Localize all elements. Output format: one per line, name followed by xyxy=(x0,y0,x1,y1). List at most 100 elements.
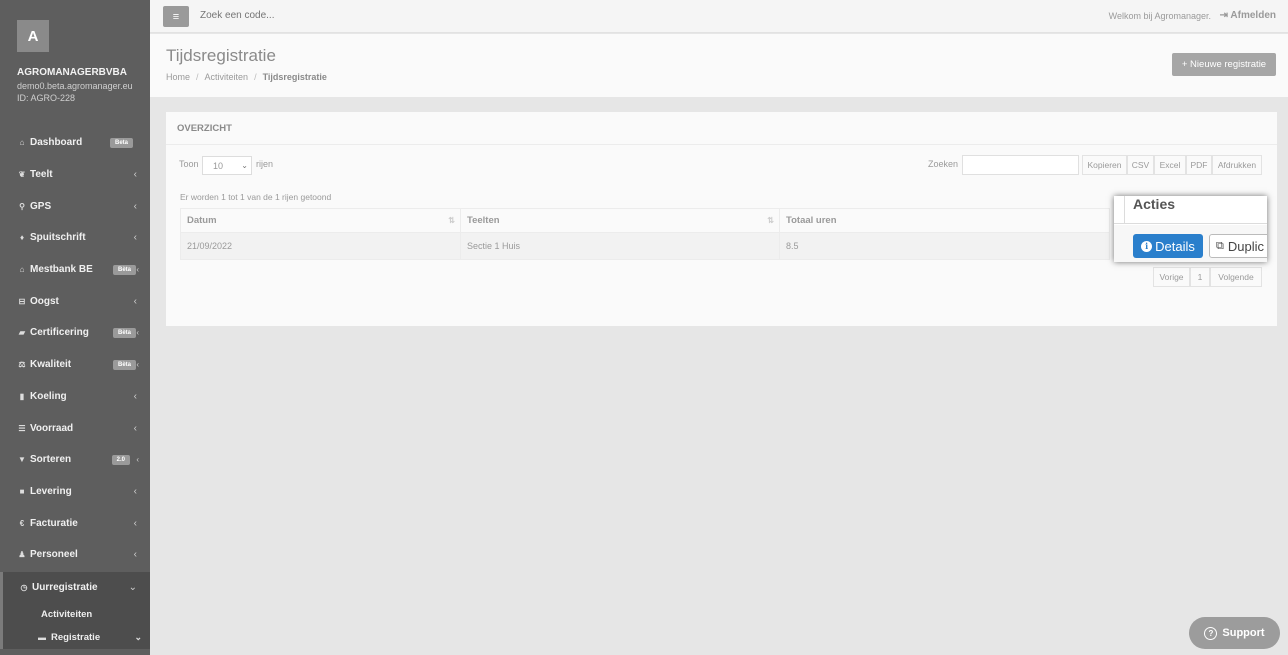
chevron-left-icon: ‹ xyxy=(133,485,137,497)
pagination-next-button[interactable]: Volgende xyxy=(1210,267,1262,287)
sidebar-item-label: Spuitschrift xyxy=(30,232,86,244)
sidebar-item-label: Kwaliteit xyxy=(30,359,72,371)
page-header: Tijdsregistratie Home / Activiteiten / Tijds… xyxy=(150,34,1288,97)
chevron-left-icon: ‹ xyxy=(133,295,137,307)
map-marker-icon: ⚲ xyxy=(19,201,25,211)
user-icon: ♟ xyxy=(18,550,26,560)
sidebar-item-personeel[interactable]: ♟ Personeel ‹ xyxy=(0,539,150,571)
leaf-icon: ❦ xyxy=(18,170,26,180)
sidebar-item-levering[interactable]: ■ Levering ‹ xyxy=(0,476,150,508)
sort-icon: ⇅ xyxy=(448,216,455,225)
actions-zoom-callout: Acties i Details ⧉ Duplic xyxy=(1114,196,1267,262)
sidebar-subitem-label: Activiteiten xyxy=(41,609,93,621)
export-print-button[interactable]: Afdrukken xyxy=(1212,155,1262,175)
column-header-datum[interactable]: Datum ⇅ xyxy=(180,208,461,233)
euro-icon: € xyxy=(19,518,25,528)
chevron-left-icon: ‹ xyxy=(136,265,139,275)
export-excel-button[interactable]: Excel xyxy=(1154,155,1186,175)
sidebar-item-label: Teelt xyxy=(30,169,53,181)
details-button[interactable]: i Details xyxy=(1133,234,1203,258)
chevron-left-icon: ‹ xyxy=(133,200,137,212)
export-copy-button[interactable]: Kopieren xyxy=(1082,155,1127,175)
certificate-icon: ▰ xyxy=(18,328,26,338)
table-row: 21/09/2022 Sectie 1 Huis 8.5 xyxy=(180,232,1110,260)
sidebar-subitem-activiteiten[interactable]: Activiteiten xyxy=(0,603,150,627)
sidebar-item-teelt[interactable]: ❦ Teelt ‹ xyxy=(0,159,150,191)
menu-toggle-button[interactable]: ≡ xyxy=(163,6,189,27)
column-header-totaal-uren[interactable]: Totaal uren xyxy=(779,208,1110,233)
beta-badge: Bèta xyxy=(112,264,136,275)
table-search-input[interactable] xyxy=(962,155,1079,175)
logout-link[interactable]: ⇥ Afmelden xyxy=(1220,10,1276,21)
info-icon: i xyxy=(1141,240,1153,252)
rows-label: rijen xyxy=(256,159,274,169)
chevron-left-icon: ‹ xyxy=(133,390,137,402)
page-length-select[interactable]: 10 ⌄ xyxy=(202,156,252,175)
sidebar-item-kwaliteit[interactable]: ⚖ Kwaliteit Bèta ‹ xyxy=(0,349,150,381)
sidebar-item-certificering[interactable]: ▰ Certificering Bèta ‹ xyxy=(0,317,150,349)
support-label: Support xyxy=(1222,627,1265,639)
sidebar-item-spuitschrift[interactable]: ♦ Spuitschrift ‹ xyxy=(0,222,150,254)
show-label: Toon xyxy=(179,159,199,169)
sidebar-item-voorraad[interactable]: ☰ Voorraad ‹ xyxy=(0,412,150,444)
company-id: ID: AGRO-228 xyxy=(17,93,76,103)
question-icon: ? xyxy=(1204,626,1218,640)
breadcrumb-activiteiten[interactable]: Activiteiten xyxy=(205,72,249,82)
sidebar-subitem-registratie[interactable]: ▬ Registratie ⌄ xyxy=(0,626,150,650)
sidebar-item-koeling[interactable]: ▮ Koeling ‹ xyxy=(0,381,150,413)
breadcrumb: Home / Activiteiten / Tijdsregistratie xyxy=(166,72,327,82)
sidebar-item-facturatie[interactable]: € Facturatie ‹ xyxy=(0,507,150,539)
table-header-row: Datum ⇅ Teelten ⇅ Totaal uren xyxy=(180,208,1110,233)
actions-header-label: Acties xyxy=(1133,196,1176,212)
sidebar-item-gps[interactable]: ⚲ GPS ‹ xyxy=(0,190,150,222)
sidebar-item-label: GPS xyxy=(30,200,52,212)
beta-badge: Bèta xyxy=(112,359,136,370)
export-csv-button[interactable]: CSV xyxy=(1127,155,1154,175)
version-badge: 2.0 xyxy=(111,454,130,465)
search-label: Zoeken xyxy=(928,159,959,169)
column-divider xyxy=(1124,196,1125,224)
sidebar-item-label: Voorraad xyxy=(30,422,74,434)
sidebar-subitem-label: Registratie xyxy=(51,632,101,644)
time-registration-table: Datum ⇅ Teelten ⇅ Totaal uren 21/09/2022 S… xyxy=(180,208,1110,260)
sidebar-item-label: Dashboard xyxy=(30,137,83,149)
sidebar-item-uurregistratie[interactable]: ◷ Uurregistratie ⌄ xyxy=(0,571,150,604)
thermometer-icon: ▮ xyxy=(19,391,25,401)
chevron-left-icon: ‹ xyxy=(136,360,139,370)
pagination-page-1[interactable]: 1 xyxy=(1190,267,1210,287)
sidebar-item-sorteren[interactable]: ▼ Sorteren 2.0 ‹ xyxy=(0,444,150,476)
support-button[interactable]: ? Support xyxy=(1189,617,1280,649)
sidebar-item-mestbank[interactable]: ⌂ Mestbank BE Bèta ‹ xyxy=(0,254,150,286)
chevron-left-icon: ‹ xyxy=(133,549,137,561)
page-length-value: 10 xyxy=(213,160,224,171)
breadcrumb-home[interactable]: Home xyxy=(166,72,190,82)
pagination-prev-button[interactable]: Vorige xyxy=(1153,267,1190,287)
breadcrumb-separator: / xyxy=(196,72,199,82)
sidebar-item-label: Facturatie xyxy=(30,517,78,529)
sidebar-item-dashboard[interactable]: ⌂ Dashboard Beta xyxy=(0,127,150,159)
cell-teelten: Sectie 1 Huis xyxy=(460,232,780,260)
sidebar: A AGROMANAGERBVBA demo0.beta.agromanager… xyxy=(0,0,150,655)
chevron-left-icon: ‹ xyxy=(136,328,139,338)
avatar[interactable]: A xyxy=(17,20,49,52)
table-info: Er worden 1 tot 1 van de 1 rijen getoond xyxy=(180,192,332,202)
new-registration-button[interactable]: + Nieuwe registratie xyxy=(1172,53,1276,76)
duplicate-button[interactable]: ⧉ Duplic xyxy=(1209,234,1267,258)
sidebar-item-label: Oogst xyxy=(30,295,59,307)
top-bar: ≡ Welkom bij Agromanager. ⇥ Afmelden xyxy=(150,0,1288,33)
sidebar-item-oogst[interactable]: ⊟ Oogst ‹ xyxy=(0,285,150,317)
sidebar-item-label: Sorteren xyxy=(30,454,72,466)
beta-badge: Bèta xyxy=(112,327,136,338)
chevron-left-icon: ‹ xyxy=(133,232,137,244)
code-search-input[interactable] xyxy=(200,10,400,21)
sidebar-item-label: Personeel xyxy=(30,549,78,561)
sidebar-item-label: Koeling xyxy=(30,390,67,402)
panel-title: OVERZICHT xyxy=(166,112,1277,145)
details-label: Details xyxy=(1155,238,1195,254)
chevron-left-icon: ‹ xyxy=(133,169,137,181)
drop-icon: ♦ xyxy=(19,233,25,243)
export-pdf-button[interactable]: PDF xyxy=(1186,155,1212,175)
cell-totaal-uren: 8.5 xyxy=(779,232,1110,260)
overview-panel: OVERZICHT Toon 10 ⌄ rijen Zoeken Kopieren… xyxy=(166,112,1277,326)
column-header-teelten[interactable]: Teelten ⇅ xyxy=(460,208,780,233)
